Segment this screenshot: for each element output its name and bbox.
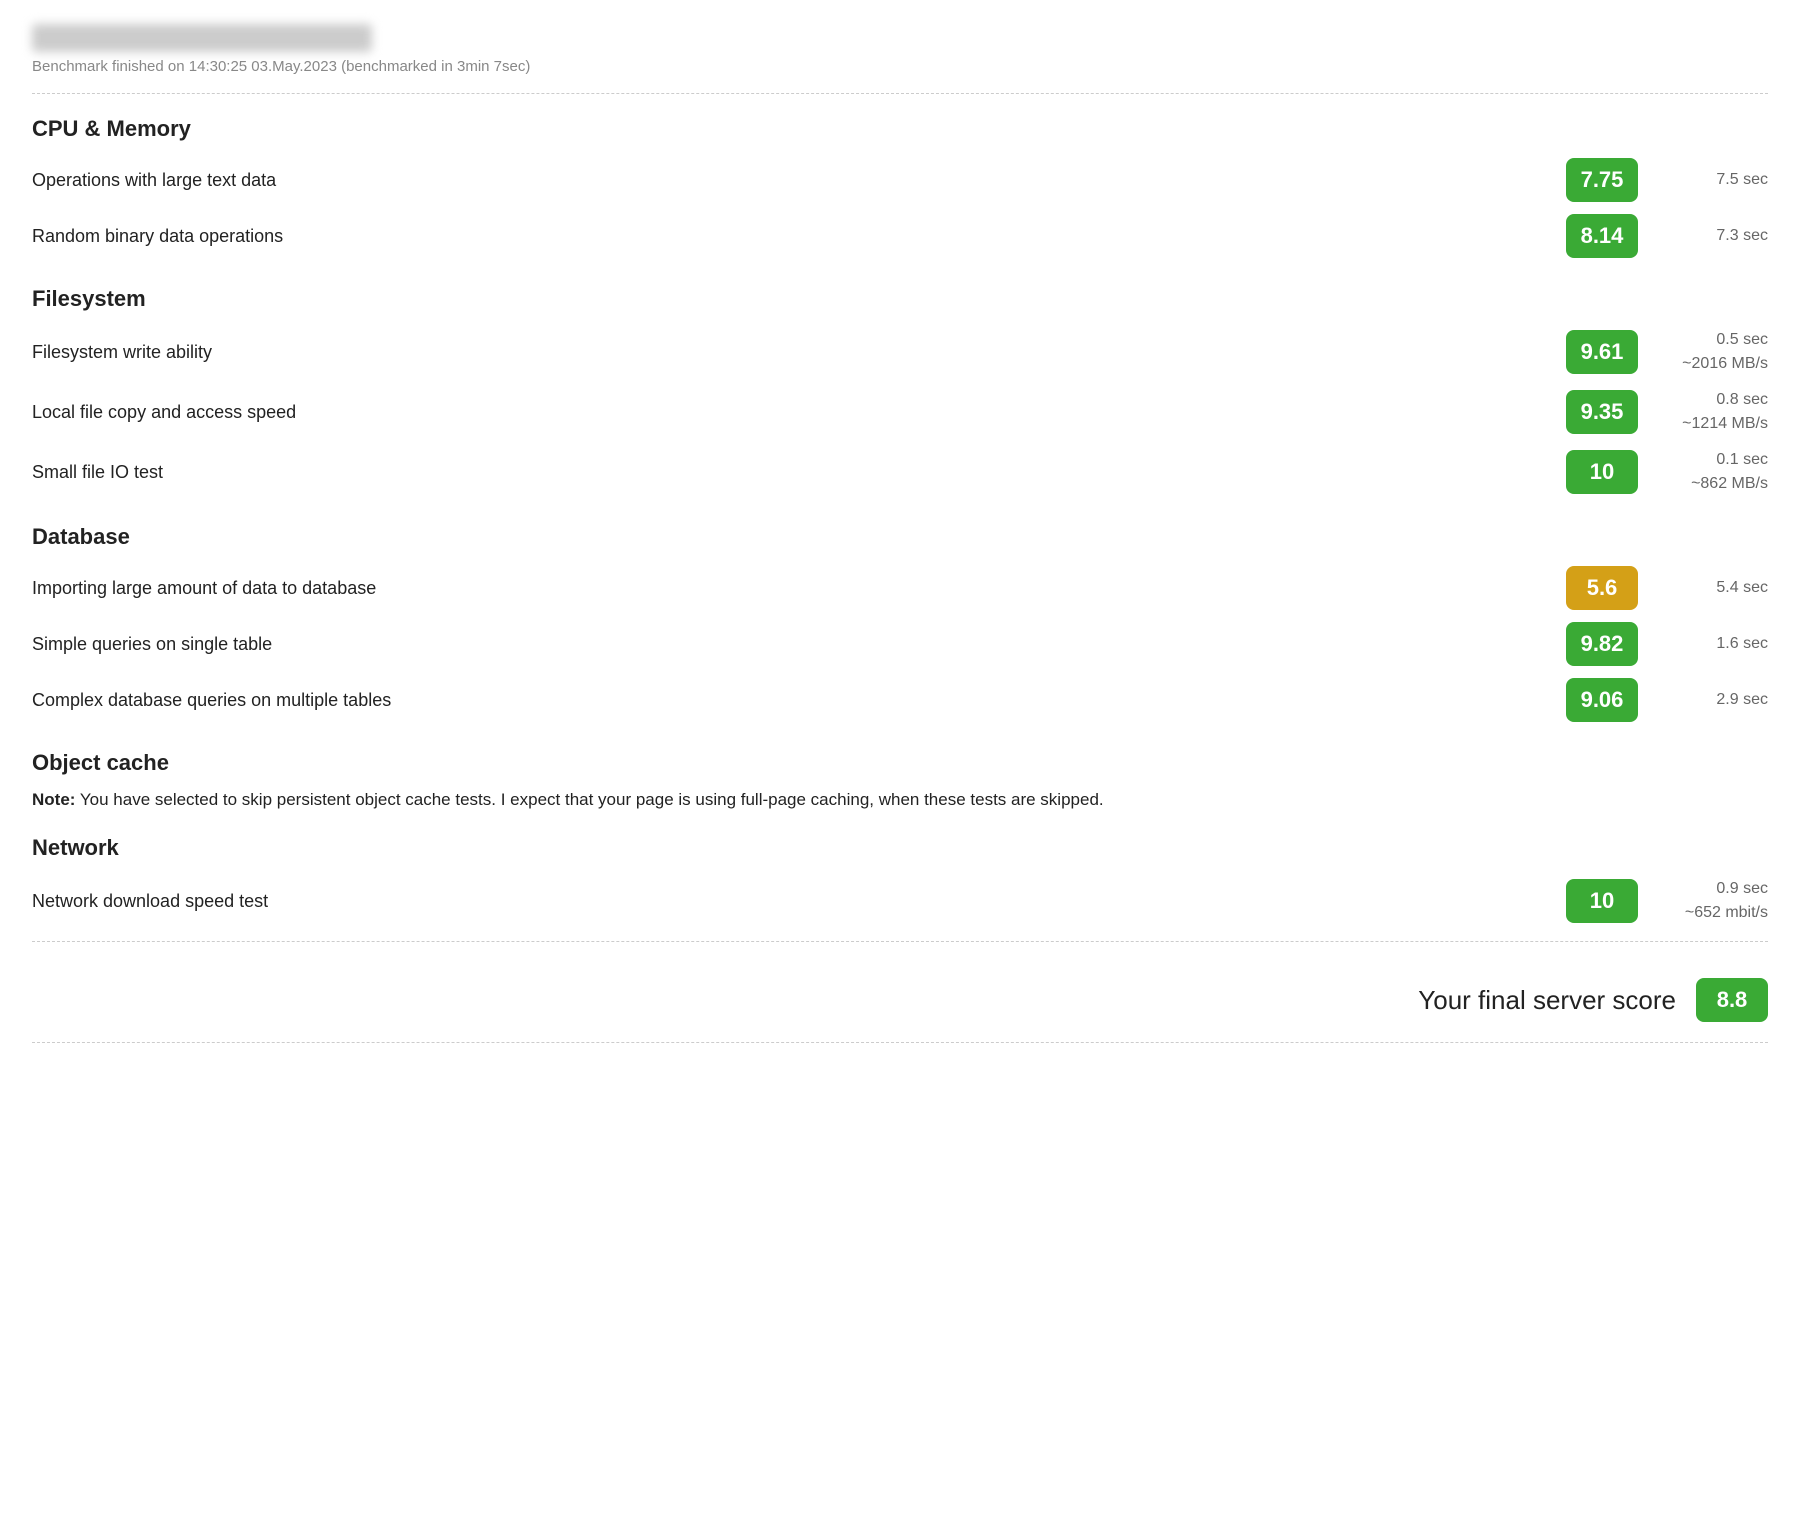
benchmark-row: Operations with large text data7.757.5 s… (32, 152, 1768, 208)
score-badge: 8.14 (1566, 214, 1638, 258)
final-score-label: Your final server score (1418, 985, 1676, 1016)
meta-info: 0.8 sec~1214 MB/s (1638, 388, 1768, 436)
benchmark-label: Filesystem write ability (32, 342, 1566, 363)
meta-info: 5.4 sec (1638, 576, 1768, 600)
section-title-database: Database (32, 524, 1768, 550)
benchmark-info: Benchmark finished on 14:30:25 03.May.20… (32, 58, 1768, 75)
benchmark-row: Simple queries on single table9.821.6 se… (32, 616, 1768, 672)
benchmark-label: Complex database queries on multiple tab… (32, 690, 1566, 711)
benchmark-row: Local file copy and access speed9.350.8 … (32, 382, 1768, 442)
meta-info: 0.9 sec~652 mbit/s (1638, 877, 1768, 925)
final-score-row: Your final server score 8.8 (32, 960, 1768, 1032)
benchmark-label: Network download speed test (32, 891, 1566, 912)
benchmark-label: Simple queries on single table (32, 634, 1566, 655)
section-title-object-cache: Object cache (32, 750, 1768, 776)
score-badge: 7.75 (1566, 158, 1638, 202)
score-badge: 9.61 (1566, 330, 1638, 374)
benchmark-label: Small file IO test (32, 462, 1566, 483)
benchmark-row: Random binary data operations8.147.3 sec (32, 208, 1768, 264)
meta-info: 7.3 sec (1638, 224, 1768, 248)
score-badge: 9.82 (1566, 622, 1638, 666)
benchmark-label: Random binary data operations (32, 226, 1566, 247)
meta-info: 2.9 sec (1638, 688, 1768, 712)
meta-info: 7.5 sec (1638, 168, 1768, 192)
score-badge: 10 (1566, 450, 1638, 494)
meta-info: 1.6 sec (1638, 632, 1768, 656)
section-note-object-cache: Note: You have selected to skip persiste… (32, 786, 1768, 813)
final-score-badge: 8.8 (1696, 978, 1768, 1022)
section-title-filesystem: Filesystem (32, 286, 1768, 312)
score-badge: 10 (1566, 879, 1638, 923)
benchmark-row: Filesystem write ability9.610.5 sec~2016… (32, 322, 1768, 382)
benchmark-label: Local file copy and access speed (32, 402, 1566, 423)
section-title-cpu-memory: CPU & Memory (32, 116, 1768, 142)
score-badge: 5.6 (1566, 566, 1638, 610)
benchmark-label: Operations with large text data (32, 170, 1566, 191)
bottom-divider-2 (32, 1042, 1768, 1043)
section-title-network: Network (32, 835, 1768, 861)
benchmark-row: Small file IO test100.1 sec~862 MB/s (32, 442, 1768, 502)
score-badge: 9.06 (1566, 678, 1638, 722)
score-badge: 9.35 (1566, 390, 1638, 434)
bottom-divider-1 (32, 941, 1768, 942)
benchmark-label: Importing large amount of data to databa… (32, 578, 1566, 599)
top-divider (32, 93, 1768, 94)
meta-info: 0.5 sec~2016 MB/s (1638, 328, 1768, 376)
benchmark-row: Importing large amount of data to databa… (32, 560, 1768, 616)
benchmark-row: Complex database queries on multiple tab… (32, 672, 1768, 728)
blurred-url (32, 24, 372, 52)
meta-info: 0.1 sec~862 MB/s (1638, 448, 1768, 496)
benchmark-row: Network download speed test100.9 sec~652… (32, 871, 1768, 931)
